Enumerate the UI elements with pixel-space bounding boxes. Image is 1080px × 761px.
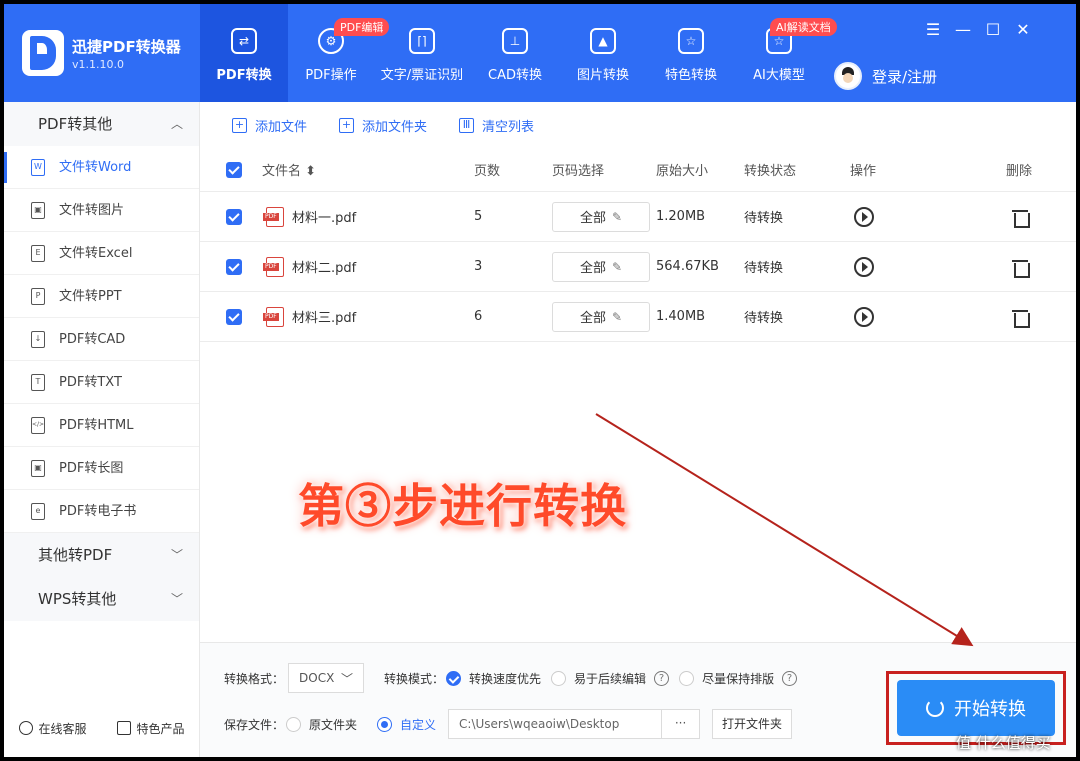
step-annotation: 第③步进行转换: [298, 479, 627, 533]
watermark: 值 什么值得买: [956, 734, 1051, 752]
annotation-arrow: [595, 413, 974, 647]
app-window: 迅捷PDF转换器 v1.1.10.0 ⇄ PDF转换 PDF编辑 ⚙ PDF操作…: [4, 4, 1076, 757]
